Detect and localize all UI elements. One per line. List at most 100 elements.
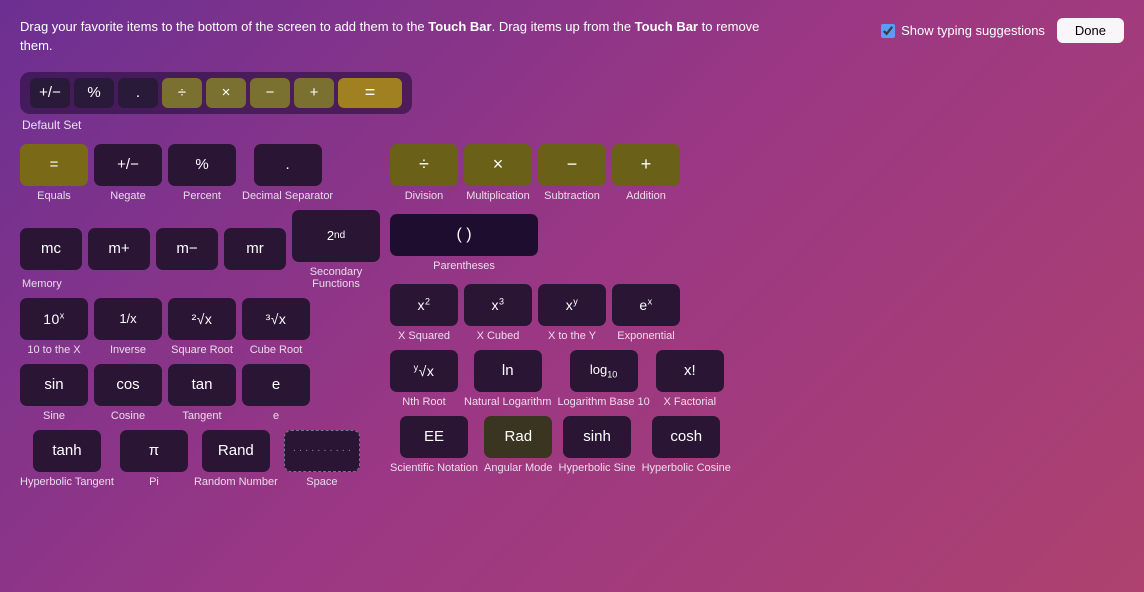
nthroot-btn[interactable]: y√x — [390, 350, 458, 392]
default-set-bar: +/− % . ÷ × − + = — [20, 72, 412, 114]
xsq-item: x2 X Squared — [390, 284, 458, 342]
main-grid: = Equals +/− Negate % Percent . Decimal … — [20, 144, 1124, 496]
done-button[interactable]: Done — [1057, 18, 1124, 43]
ln-label: Natural Logarithm — [464, 396, 551, 408]
ds-negate-btn[interactable]: +/− — [30, 78, 70, 108]
nthroot-item: y√x Nth Root — [390, 350, 458, 408]
cbrt-label: Cube Root — [250, 344, 303, 356]
typing-suggestions-text: Show typing suggestions — [901, 23, 1045, 38]
negate-btn[interactable]: +/− — [94, 144, 162, 186]
cos-item: cos Cosine — [94, 364, 162, 422]
memory-group: mc m+ m− mr Memory — [20, 228, 286, 290]
xcube-btn[interactable]: x3 — [464, 284, 532, 326]
row-trig: sin Sine cos Cosine tan Tangent e e — [20, 364, 380, 422]
space-btn[interactable]: · · · · · · · · · · — [284, 430, 360, 472]
tenpowx-btn[interactable]: 10x — [20, 298, 88, 340]
div-item: ÷ Division — [390, 144, 458, 202]
header: Drag your favorite items to the bottom o… — [20, 18, 1124, 56]
mplus-btn[interactable]: m+ — [88, 228, 150, 270]
exp-item: ex Exponential — [612, 284, 680, 342]
negate-item: +/− Negate — [94, 144, 162, 202]
ds-add-btn[interactable]: + — [294, 78, 334, 108]
space-label: Space — [306, 476, 337, 488]
add-label: Addition — [626, 190, 666, 202]
xpowy-btn[interactable]: xy — [538, 284, 606, 326]
inverse-btn[interactable]: 1/x — [94, 298, 162, 340]
ee-label: Scientific Notation — [390, 462, 478, 474]
row-memory: mc m+ m− mr Memory 2nd SecondaryFunction… — [20, 210, 380, 290]
tanh-btn[interactable]: tanh — [33, 430, 101, 472]
sqrt-btn[interactable]: ²√x — [168, 298, 236, 340]
cbrt-btn[interactable]: ³√x — [242, 298, 310, 340]
right-grid: ÷ Division × Multiplication − Subtractio… — [390, 144, 1124, 496]
e-btn[interactable]: e — [242, 364, 310, 406]
sin-btn[interactable]: sin — [20, 364, 88, 406]
sub-item: − Subtraction — [538, 144, 606, 202]
pi-item: π Pi — [120, 430, 188, 488]
pi-btn[interactable]: π — [120, 430, 188, 472]
paren-item: ( ) Parentheses — [390, 214, 538, 272]
ds-equals-btn[interactable]: = — [338, 78, 402, 108]
inverse-item: 1/x Inverse — [94, 298, 162, 356]
xfact-item: x! X Factorial — [656, 350, 724, 408]
tanh-item: tanh Hyperbolic Tangent — [20, 430, 114, 488]
mc-btn[interactable]: mc — [20, 228, 82, 270]
row-paren: ( ) Parentheses — [390, 214, 1124, 272]
left-grid: = Equals +/− Negate % Percent . Decimal … — [20, 144, 380, 496]
sin-item: sin Sine — [20, 364, 88, 422]
sub-btn[interactable]: − — [538, 144, 606, 186]
cos-btn[interactable]: cos — [94, 364, 162, 406]
xfact-btn[interactable]: x! — [656, 350, 724, 392]
xcube-label: X Cubed — [477, 330, 520, 342]
sub-label: Subtraction — [544, 190, 600, 202]
xsq-btn[interactable]: x2 — [390, 284, 458, 326]
tan-btn[interactable]: tan — [168, 364, 236, 406]
inverse-label: Inverse — [110, 344, 146, 356]
negate-label: Negate — [110, 190, 145, 202]
xpowy-label: X to the Y — [548, 330, 596, 342]
tan-item: tan Tangent — [168, 364, 236, 422]
tenpowx-item: 10x 10 to the X — [20, 298, 88, 356]
ln-item: ln Natural Logarithm — [464, 350, 551, 408]
memory-label: Memory — [22, 278, 62, 290]
percent-btn[interactable]: % — [168, 144, 236, 186]
add-item: + Addition — [612, 144, 680, 202]
cosh-btn[interactable]: cosh — [652, 416, 720, 458]
mminus-btn[interactable]: m− — [156, 228, 218, 270]
ds-subtract-btn[interactable]: − — [250, 78, 290, 108]
ee-btn[interactable]: EE — [400, 416, 468, 458]
sinh-btn[interactable]: sinh — [563, 416, 631, 458]
default-set-label: Default Set — [22, 118, 81, 132]
cbrt-item: ³√x Cube Root — [242, 298, 310, 356]
mul-item: × Multiplication — [464, 144, 532, 202]
paren-btn[interactable]: ( ) — [390, 214, 538, 256]
equals-btn[interactable]: = — [20, 144, 88, 186]
rad-btn[interactable]: Rad — [484, 416, 552, 458]
e-label: e — [273, 410, 279, 422]
nthroot-label: Nth Root — [402, 396, 445, 408]
div-label: Division — [405, 190, 444, 202]
exp-btn[interactable]: ex — [612, 284, 680, 326]
decimal-item: . Decimal Separator — [242, 144, 333, 202]
pi-label: Pi — [149, 476, 159, 488]
ee-item: EE Scientific Notation — [390, 416, 478, 474]
log10-item: log10 Logarithm Base 10 — [557, 350, 649, 408]
decimal-btn[interactable]: . — [254, 144, 322, 186]
e-item: e e — [242, 364, 310, 422]
secondary-fn-btn[interactable]: 2nd — [292, 210, 380, 262]
typing-suggestions-label[interactable]: Show typing suggestions — [881, 23, 1045, 38]
ds-divide-btn[interactable]: ÷ — [162, 78, 202, 108]
add-btn[interactable]: + — [612, 144, 680, 186]
ds-percent-btn[interactable]: % — [74, 78, 114, 108]
ds-decimal-btn[interactable]: . — [118, 78, 158, 108]
mr-btn[interactable]: mr — [224, 228, 286, 270]
log10-btn[interactable]: log10 — [570, 350, 638, 392]
div-btn[interactable]: ÷ — [390, 144, 458, 186]
typing-suggestions-checkbox[interactable] — [881, 24, 895, 38]
ds-multiply-btn[interactable]: × — [206, 78, 246, 108]
row-operators: ÷ Division × Multiplication − Subtractio… — [390, 144, 1124, 202]
rand-btn[interactable]: Rand — [202, 430, 270, 472]
cosh-label: Hyperbolic Cosine — [642, 462, 731, 474]
mul-btn[interactable]: × — [464, 144, 532, 186]
ln-btn[interactable]: ln — [474, 350, 542, 392]
